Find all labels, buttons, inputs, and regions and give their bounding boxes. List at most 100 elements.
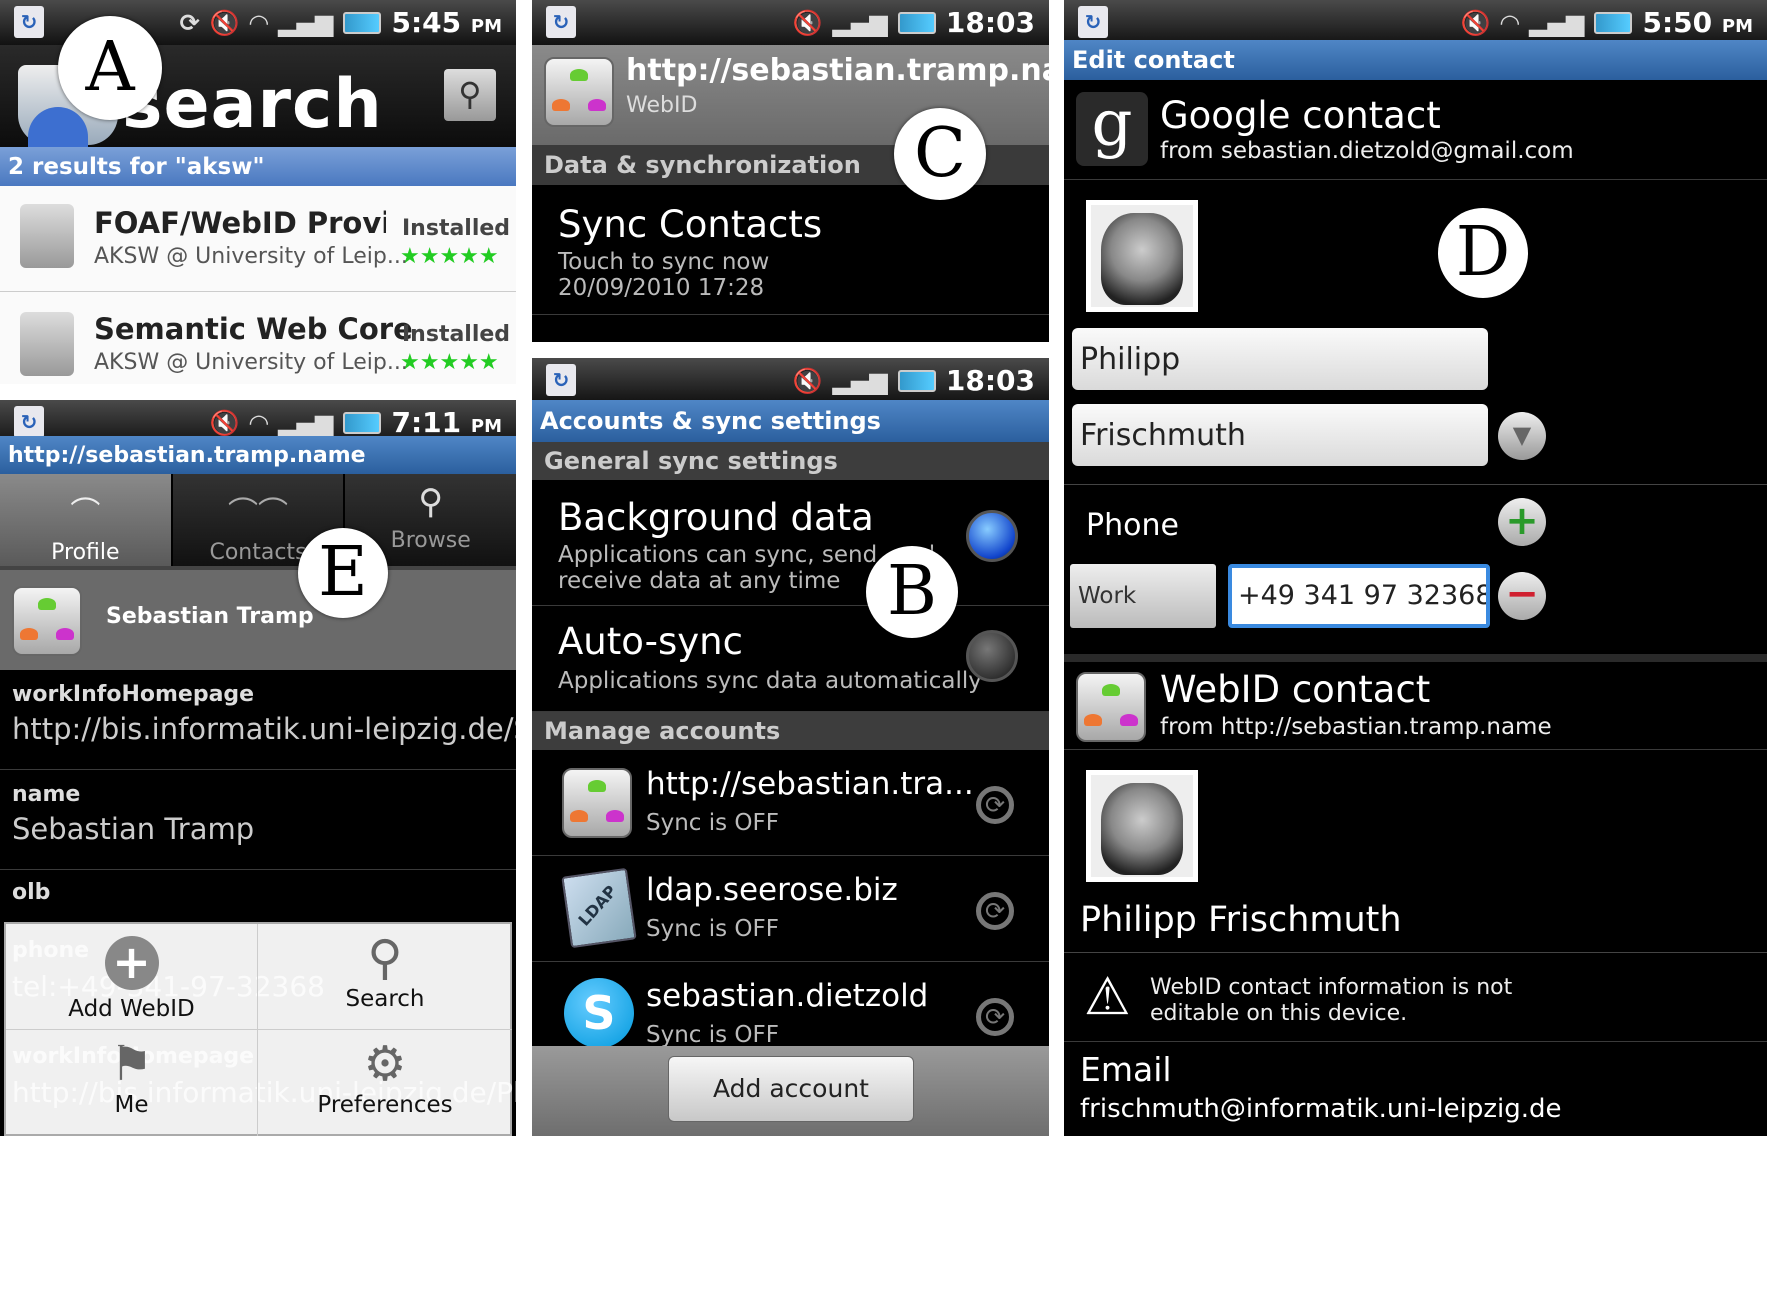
bottom-bar: Add account: [532, 1046, 1049, 1136]
panel-label-badge: E: [298, 528, 388, 618]
field-label: olb: [12, 880, 51, 905]
panel-d-edit-contact: ↻ 🔇 ◠ ▂▄▆ 5:50 PM Edit contact g Google …: [1064, 0, 1767, 1136]
sync-subtitle: Touch to sync now: [558, 249, 770, 275]
page-title-bar: Accounts & sync settings: [532, 400, 1049, 442]
notification-icon: ↻: [546, 364, 576, 396]
add-account-label: Add account: [713, 1074, 869, 1103]
webid-account-header: WebID contact from http://sebastian.tram…: [1064, 654, 1767, 750]
page-title: http://sebastian.tramp.name: [8, 442, 366, 468]
signal-icon: ▂▄▆: [278, 8, 334, 37]
background-data-toggle[interactable]: [966, 510, 1018, 562]
account-sync-status: Sync is OFF: [646, 810, 779, 836]
ldap-book-icon: LDAP: [561, 867, 637, 949]
profile-field: workInfoHomepage http://bis.informatik.u…: [0, 670, 516, 770]
remove-phone-button[interactable]: −: [1498, 572, 1546, 620]
item-title: Auto-sync: [558, 620, 743, 663]
chevron-down-icon: ▼: [1512, 421, 1532, 449]
panel-c-account-sync: ↻ 🔇 ▂▄▆ 18:03 http://sebastian.tramp.nam…: [532, 0, 1049, 342]
app-publisher: AKSW @ University of Leip...: [94, 244, 408, 269]
clock: 5:50: [1642, 6, 1713, 39]
divider: [1064, 484, 1767, 485]
last-name-field[interactable]: Frischmuth: [1072, 404, 1488, 466]
tab-profile[interactable]: ⌒ Profile: [0, 474, 173, 566]
panel-label-badge: B: [866, 546, 958, 638]
account-sync-status: Sync is OFF: [646, 916, 779, 942]
account-item[interactable]: S sebastian.dietzold Sync is OFF ⟳: [532, 962, 1049, 1048]
person-header: Sebastian Tramp: [0, 570, 516, 670]
gear-icon: ⚙: [363, 1036, 407, 1092]
person-name: Sebastian Tramp: [106, 604, 314, 629]
account-from: from sebastian.dietzold@gmail.com: [1160, 138, 1574, 164]
app-icon: [20, 204, 74, 268]
menu-item-me[interactable]: ⚑ Me: [6, 1030, 258, 1136]
account-item[interactable]: http://sebastian.tra... Sync is OFF ⟳: [532, 750, 1049, 856]
app-status: Installed: [402, 322, 511, 347]
me-icon: ⚑: [109, 1036, 154, 1092]
warning-row: ⚠ WebID contact information is not edita…: [1064, 952, 1767, 1042]
webid-contact-photo: [1086, 770, 1198, 882]
background-data-item[interactable]: Background data Applications can sync, s…: [532, 480, 1049, 606]
search-icon: ⚲: [458, 75, 482, 113]
add-account-button[interactable]: Add account: [668, 1056, 914, 1122]
profile-field: olb: [0, 870, 516, 930]
app-list-item[interactable]: FOAF/WebID Provide AKSW @ University of …: [0, 186, 516, 292]
clock: 18:03: [945, 6, 1035, 39]
app-publisher: AKSW @ University of Leip...: [94, 350, 408, 375]
app-status: Installed: [402, 216, 511, 241]
tab-label: Profile: [51, 540, 120, 565]
account-title: WebID contact: [1160, 668, 1431, 711]
contact-photo[interactable]: [1086, 200, 1198, 312]
sync-contacts-item[interactable]: Sync Contacts Touch to sync now 20/09/20…: [532, 185, 1049, 315]
field-label: name: [12, 782, 81, 807]
phone-number-value: +49 341 97 32368: [1238, 580, 1490, 611]
section-label: Manage accounts: [544, 717, 781, 745]
page-title-bar: http://sebastian.tramp.name: [0, 436, 516, 474]
panel-e-webid-profile: ↻ 🔇 ◠ ▂▄▆ 7:11 PM http://sebastian.tramp…: [0, 400, 516, 1136]
expand-name-button[interactable]: ▼: [1498, 412, 1546, 460]
clock: 18:03: [945, 364, 1035, 397]
clock: 5:45: [391, 6, 462, 39]
sync-off-icon: ⟳: [976, 786, 1014, 824]
last-sync-date: 20/09/2010 17:28: [558, 275, 765, 301]
item-subtitle: Applications sync data automatically: [558, 668, 982, 694]
auto-sync-item[interactable]: Auto-sync Applications sync data automat…: [532, 606, 1049, 712]
warning-icon: ⚠: [1084, 967, 1131, 1027]
status-bar: ↻ 🔇 ▂▄▆ 18:03: [532, 358, 1049, 403]
page-title: Accounts & sync settings: [540, 407, 881, 435]
panel-label-badge: D: [1438, 208, 1528, 298]
signal-icon: ▂▄▆: [1529, 8, 1585, 37]
google-letter: g: [1091, 87, 1133, 161]
signal-icon: ▂▄▆: [832, 366, 888, 395]
phone-type-select[interactable]: Work: [1070, 564, 1216, 628]
email-value: frischmuth@informatik.uni-leipzig.de: [1080, 1094, 1562, 1124]
menu-item-search[interactable]: ⚲ Search: [258, 924, 512, 1030]
search-button[interactable]: ⚲: [444, 69, 496, 121]
account-title: Google contact: [1160, 94, 1441, 137]
clock: 7:11: [391, 406, 462, 439]
field-value: Sebastian Tramp: [12, 812, 255, 846]
battery-icon: [1594, 11, 1633, 34]
battery-icon: [343, 411, 382, 434]
add-icon: +: [104, 936, 159, 990]
results-bar: 2 results for "aksw": [0, 147, 516, 186]
results-label: 2 results for "aksw": [8, 153, 265, 180]
menu-item-add-webid[interactable]: + Add WebID: [6, 924, 258, 1030]
email-label: Email: [1080, 1050, 1172, 1089]
phone-number-input[interactable]: +49 341 97 32368: [1228, 564, 1490, 628]
app-list-item[interactable]: Semantic Web Core AKSW @ University of L…: [0, 292, 516, 384]
account-item[interactable]: LDAP ldap.seerose.biz Sync is OFF ⟳: [532, 856, 1049, 962]
auto-sync-toggle[interactable]: [966, 630, 1018, 682]
panel-label-badge: A: [58, 16, 162, 120]
app-name: Semantic Web Core: [94, 312, 413, 346]
first-name-field[interactable]: Philipp: [1072, 328, 1488, 390]
account-sync-status: Sync is OFF: [646, 1022, 779, 1048]
rating-stars: ★★★★★: [400, 350, 499, 375]
status-bar: ↻ 🔇 ◠ ▂▄▆ 5:50 PM: [1064, 0, 1767, 45]
notification-icon: ↻: [1078, 6, 1108, 38]
account-name: sebastian.dietzold: [646, 978, 929, 1014]
add-phone-button[interactable]: +: [1498, 498, 1546, 546]
field-value: http://bis.informatik.uni-leipzig.de/Se: [12, 712, 516, 746]
skype-icon: S: [564, 978, 634, 1048]
wifi-icon: ◠: [1500, 8, 1520, 37]
menu-item-preferences[interactable]: ⚙ Preferences: [258, 1030, 512, 1136]
